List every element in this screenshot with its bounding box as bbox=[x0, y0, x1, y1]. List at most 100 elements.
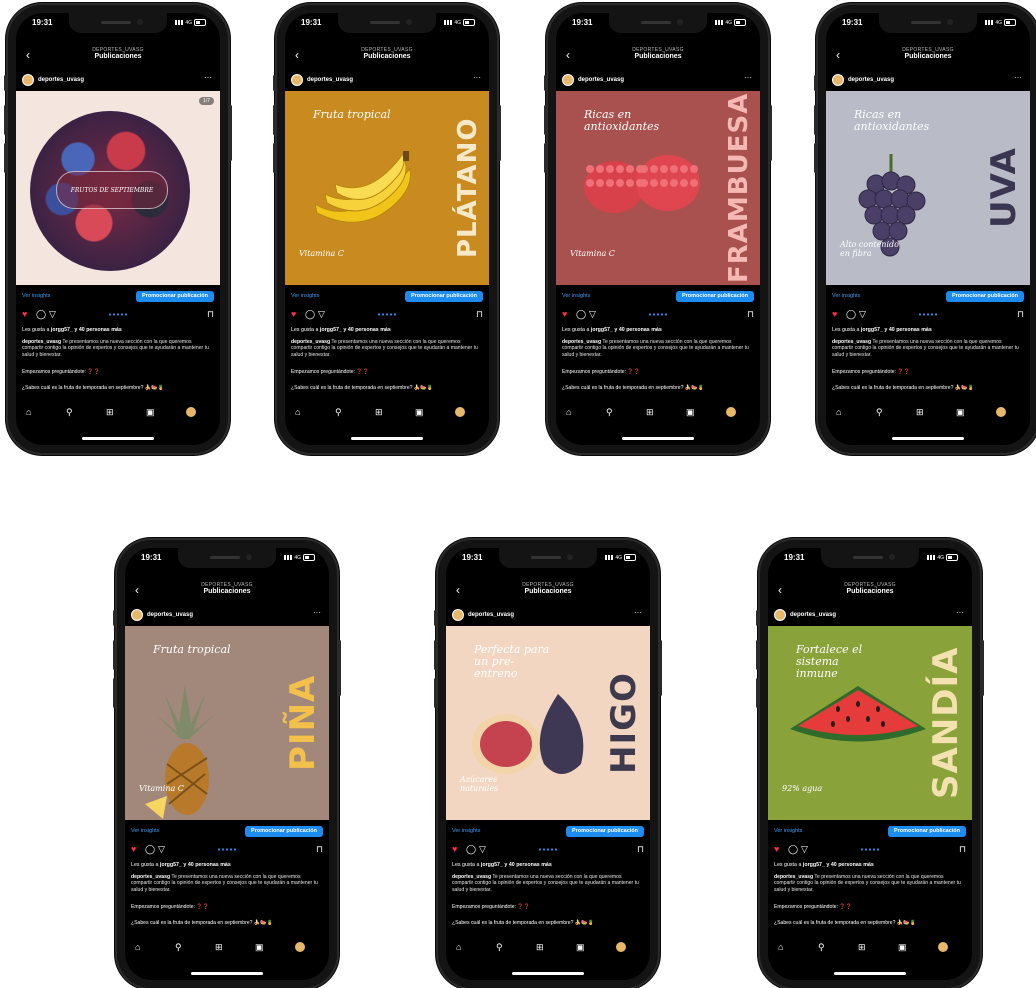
post-image-frambuesa[interactable]: Ricas en antioxidantes Vitamina C FRAMBU… bbox=[556, 91, 760, 285]
reels-icon[interactable]: ▣ bbox=[146, 407, 155, 417]
search-icon[interactable]: ⚲ bbox=[496, 942, 503, 952]
bookmark-icon[interactable]: ⊓ bbox=[316, 844, 323, 854]
insights-link[interactable]: Ver insights bbox=[291, 293, 319, 299]
promote-button[interactable]: Promocionar publicación bbox=[244, 826, 323, 837]
post-image-platano[interactable]: Fruta tropical Vitamina C PLÁTANO bbox=[285, 91, 489, 285]
share-icon[interactable]: ▽ bbox=[859, 309, 866, 319]
bookmark-icon[interactable]: ⊓ bbox=[747, 309, 754, 319]
comment-icon[interactable]: ◯ bbox=[846, 309, 856, 319]
comment-icon[interactable]: ◯ bbox=[576, 309, 586, 319]
add-icon[interactable]: ⊞ bbox=[646, 407, 654, 417]
add-icon[interactable]: ⊞ bbox=[106, 407, 114, 417]
reels-icon[interactable]: ▣ bbox=[576, 942, 585, 952]
heart-icon[interactable]: ♥ bbox=[291, 309, 296, 319]
insights-link[interactable]: Ver insights bbox=[452, 828, 480, 834]
heart-icon[interactable]: ♥ bbox=[452, 844, 457, 854]
insights-link[interactable]: Ver insights bbox=[832, 293, 860, 299]
more-icon[interactable]: ··· bbox=[313, 609, 321, 617]
add-icon[interactable]: ⊞ bbox=[215, 942, 223, 952]
bookmark-icon[interactable]: ⊓ bbox=[476, 309, 483, 319]
post-username[interactable]: deportes_uvasg bbox=[147, 612, 193, 618]
post-username[interactable]: deportes_uvasg bbox=[578, 77, 624, 83]
insights-link[interactable]: Ver insights bbox=[131, 828, 159, 834]
bookmark-icon[interactable]: ⊓ bbox=[207, 309, 214, 319]
add-icon[interactable]: ⊞ bbox=[916, 407, 924, 417]
more-icon[interactable]: ··· bbox=[473, 74, 481, 82]
share-icon[interactable]: ▽ bbox=[318, 309, 325, 319]
search-icon[interactable]: ⚲ bbox=[606, 407, 613, 417]
home-icon[interactable]: ⌂ bbox=[135, 942, 140, 952]
home-icon[interactable]: ⌂ bbox=[566, 407, 571, 417]
bookmark-icon[interactable]: ⊓ bbox=[1017, 309, 1024, 319]
post-username[interactable]: deportes_uvasg bbox=[848, 77, 894, 83]
promote-button[interactable]: Promocionar publicación bbox=[675, 291, 754, 302]
promote-button[interactable]: Promocionar publicación bbox=[565, 826, 644, 837]
avatar[interactable] bbox=[131, 609, 143, 621]
profile-avatar-icon[interactable] bbox=[455, 407, 465, 417]
search-icon[interactable]: ⚲ bbox=[66, 407, 73, 417]
share-icon[interactable]: ▽ bbox=[801, 844, 808, 854]
comment-icon[interactable]: ◯ bbox=[466, 844, 476, 854]
post-image-pina[interactable]: Fruta tropical Vitamina C PIÑA bbox=[125, 626, 329, 820]
heart-icon[interactable]: ♥ bbox=[774, 844, 779, 854]
reels-icon[interactable]: ▣ bbox=[255, 942, 264, 952]
post-username[interactable]: deportes_uvasg bbox=[38, 77, 84, 83]
bookmark-icon[interactable]: ⊓ bbox=[959, 844, 966, 854]
share-icon[interactable]: ▽ bbox=[158, 844, 165, 854]
post-username[interactable]: deportes_uvasg bbox=[790, 612, 836, 618]
home-icon[interactable]: ⌂ bbox=[295, 407, 300, 417]
search-icon[interactable]: ⚲ bbox=[876, 407, 883, 417]
share-icon[interactable]: ▽ bbox=[479, 844, 486, 854]
post-image-sandia[interactable]: Fortalece el sistema inmune 92% agua SAN… bbox=[768, 626, 972, 820]
more-icon[interactable]: ··· bbox=[204, 74, 212, 82]
home-icon[interactable]: ⌂ bbox=[26, 407, 31, 417]
home-icon[interactable]: ⌂ bbox=[456, 942, 461, 952]
post-image-higo[interactable]: Perfecta para un pre-entreno Azúcares na… bbox=[446, 626, 650, 820]
comment-icon[interactable]: ◯ bbox=[305, 309, 315, 319]
search-icon[interactable]: ⚲ bbox=[818, 942, 825, 952]
profile-avatar-icon[interactable] bbox=[996, 407, 1006, 417]
search-icon[interactable]: ⚲ bbox=[335, 407, 342, 417]
post-username[interactable]: deportes_uvasg bbox=[468, 612, 514, 618]
comment-icon[interactable]: ◯ bbox=[36, 309, 46, 319]
profile-avatar-icon[interactable] bbox=[726, 407, 736, 417]
heart-icon[interactable]: ♥ bbox=[22, 309, 27, 319]
avatar[interactable] bbox=[452, 609, 464, 621]
post-image-uva[interactable]: Ricas en antioxidantes Alto contenido en… bbox=[826, 91, 1030, 285]
add-icon[interactable]: ⊞ bbox=[536, 942, 544, 952]
reels-icon[interactable]: ▣ bbox=[898, 942, 907, 952]
avatar[interactable] bbox=[291, 74, 303, 86]
bookmark-icon[interactable]: ⊓ bbox=[637, 844, 644, 854]
comment-icon[interactable]: ◯ bbox=[145, 844, 155, 854]
more-icon[interactable]: ··· bbox=[634, 609, 642, 617]
search-icon[interactable]: ⚲ bbox=[175, 942, 182, 952]
profile-avatar-icon[interactable] bbox=[295, 942, 305, 952]
insights-link[interactable]: Ver insights bbox=[562, 293, 590, 299]
post-username[interactable]: deportes_uvasg bbox=[307, 77, 353, 83]
promote-button[interactable]: Promocionar publicación bbox=[404, 291, 483, 302]
promote-button[interactable]: Promocionar publicación bbox=[135, 291, 214, 302]
home-icon[interactable]: ⌂ bbox=[778, 942, 783, 952]
promote-button[interactable]: Promocionar publicación bbox=[887, 826, 966, 837]
avatar[interactable] bbox=[562, 74, 574, 86]
heart-icon[interactable]: ♥ bbox=[562, 309, 567, 319]
more-icon[interactable]: ··· bbox=[744, 74, 752, 82]
avatar[interactable] bbox=[774, 609, 786, 621]
promote-button[interactable]: Promocionar publicación bbox=[945, 291, 1024, 302]
avatar[interactable] bbox=[22, 74, 34, 86]
reels-icon[interactable]: ▣ bbox=[956, 407, 965, 417]
reels-icon[interactable]: ▣ bbox=[686, 407, 695, 417]
profile-avatar-icon[interactable] bbox=[186, 407, 196, 417]
comment-icon[interactable]: ◯ bbox=[788, 844, 798, 854]
heart-icon[interactable]: ♥ bbox=[131, 844, 136, 854]
reels-icon[interactable]: ▣ bbox=[415, 407, 424, 417]
add-icon[interactable]: ⊞ bbox=[858, 942, 866, 952]
avatar[interactable] bbox=[832, 74, 844, 86]
heart-icon[interactable]: ♥ bbox=[832, 309, 837, 319]
add-icon[interactable]: ⊞ bbox=[375, 407, 383, 417]
more-icon[interactable]: ··· bbox=[1014, 74, 1022, 82]
profile-avatar-icon[interactable] bbox=[938, 942, 948, 952]
more-icon[interactable]: ··· bbox=[956, 609, 964, 617]
share-icon[interactable]: ▽ bbox=[589, 309, 596, 319]
share-icon[interactable]: ▽ bbox=[49, 309, 56, 319]
